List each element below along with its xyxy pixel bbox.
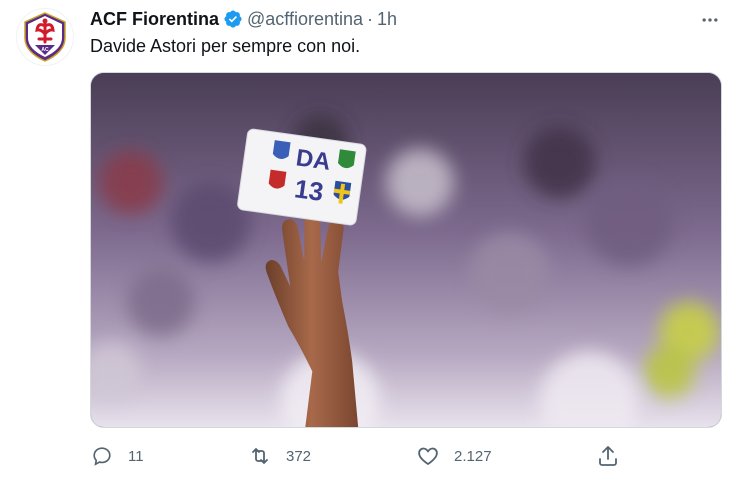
photo-scene: DA 13 [91,73,721,427]
separator-dot: · [367,8,374,29]
like-button[interactable]: 2.127 [416,440,492,472]
tweet-timestamp[interactable]: 1h [377,9,397,30]
reply-button[interactable]: 11 [90,440,144,472]
tweet-photo[interactable]: DA 13 [90,72,722,428]
heart-icon [416,444,440,468]
retweet-count: 372 [286,447,312,465]
display-name[interactable]: ACF Fiorentina [90,9,219,30]
verified-badge-icon [223,9,243,29]
share-button[interactable] [596,440,620,472]
tweet-text: Davide Astori per sempre con noi. [90,36,361,56]
tweet-header: ACF Fiorentina @acffiorentina · 1h [90,8,397,30]
retweet-button[interactable]: 372 [248,440,311,472]
avatar[interactable]: AC [16,8,74,66]
share-icon [596,444,620,468]
more-options-icon[interactable] [698,8,722,32]
like-count: 2.127 [454,447,492,465]
reply-count: 11 [128,447,144,465]
reply-icon [90,444,114,468]
svg-text:AC: AC [41,47,49,53]
tweet-actions: 11 372 2.127 [90,440,630,472]
fiorentina-crest-icon: AC [24,12,66,62]
armband-text-13: 13 [293,175,325,207]
armband-text-da: DA [294,144,332,175]
retweet-icon [248,444,272,468]
tweet[interactable]: AC ACF Fiorentina @acffiorentina · 1h Da… [0,0,742,479]
user-handle[interactable]: @acffiorentina [247,9,363,30]
